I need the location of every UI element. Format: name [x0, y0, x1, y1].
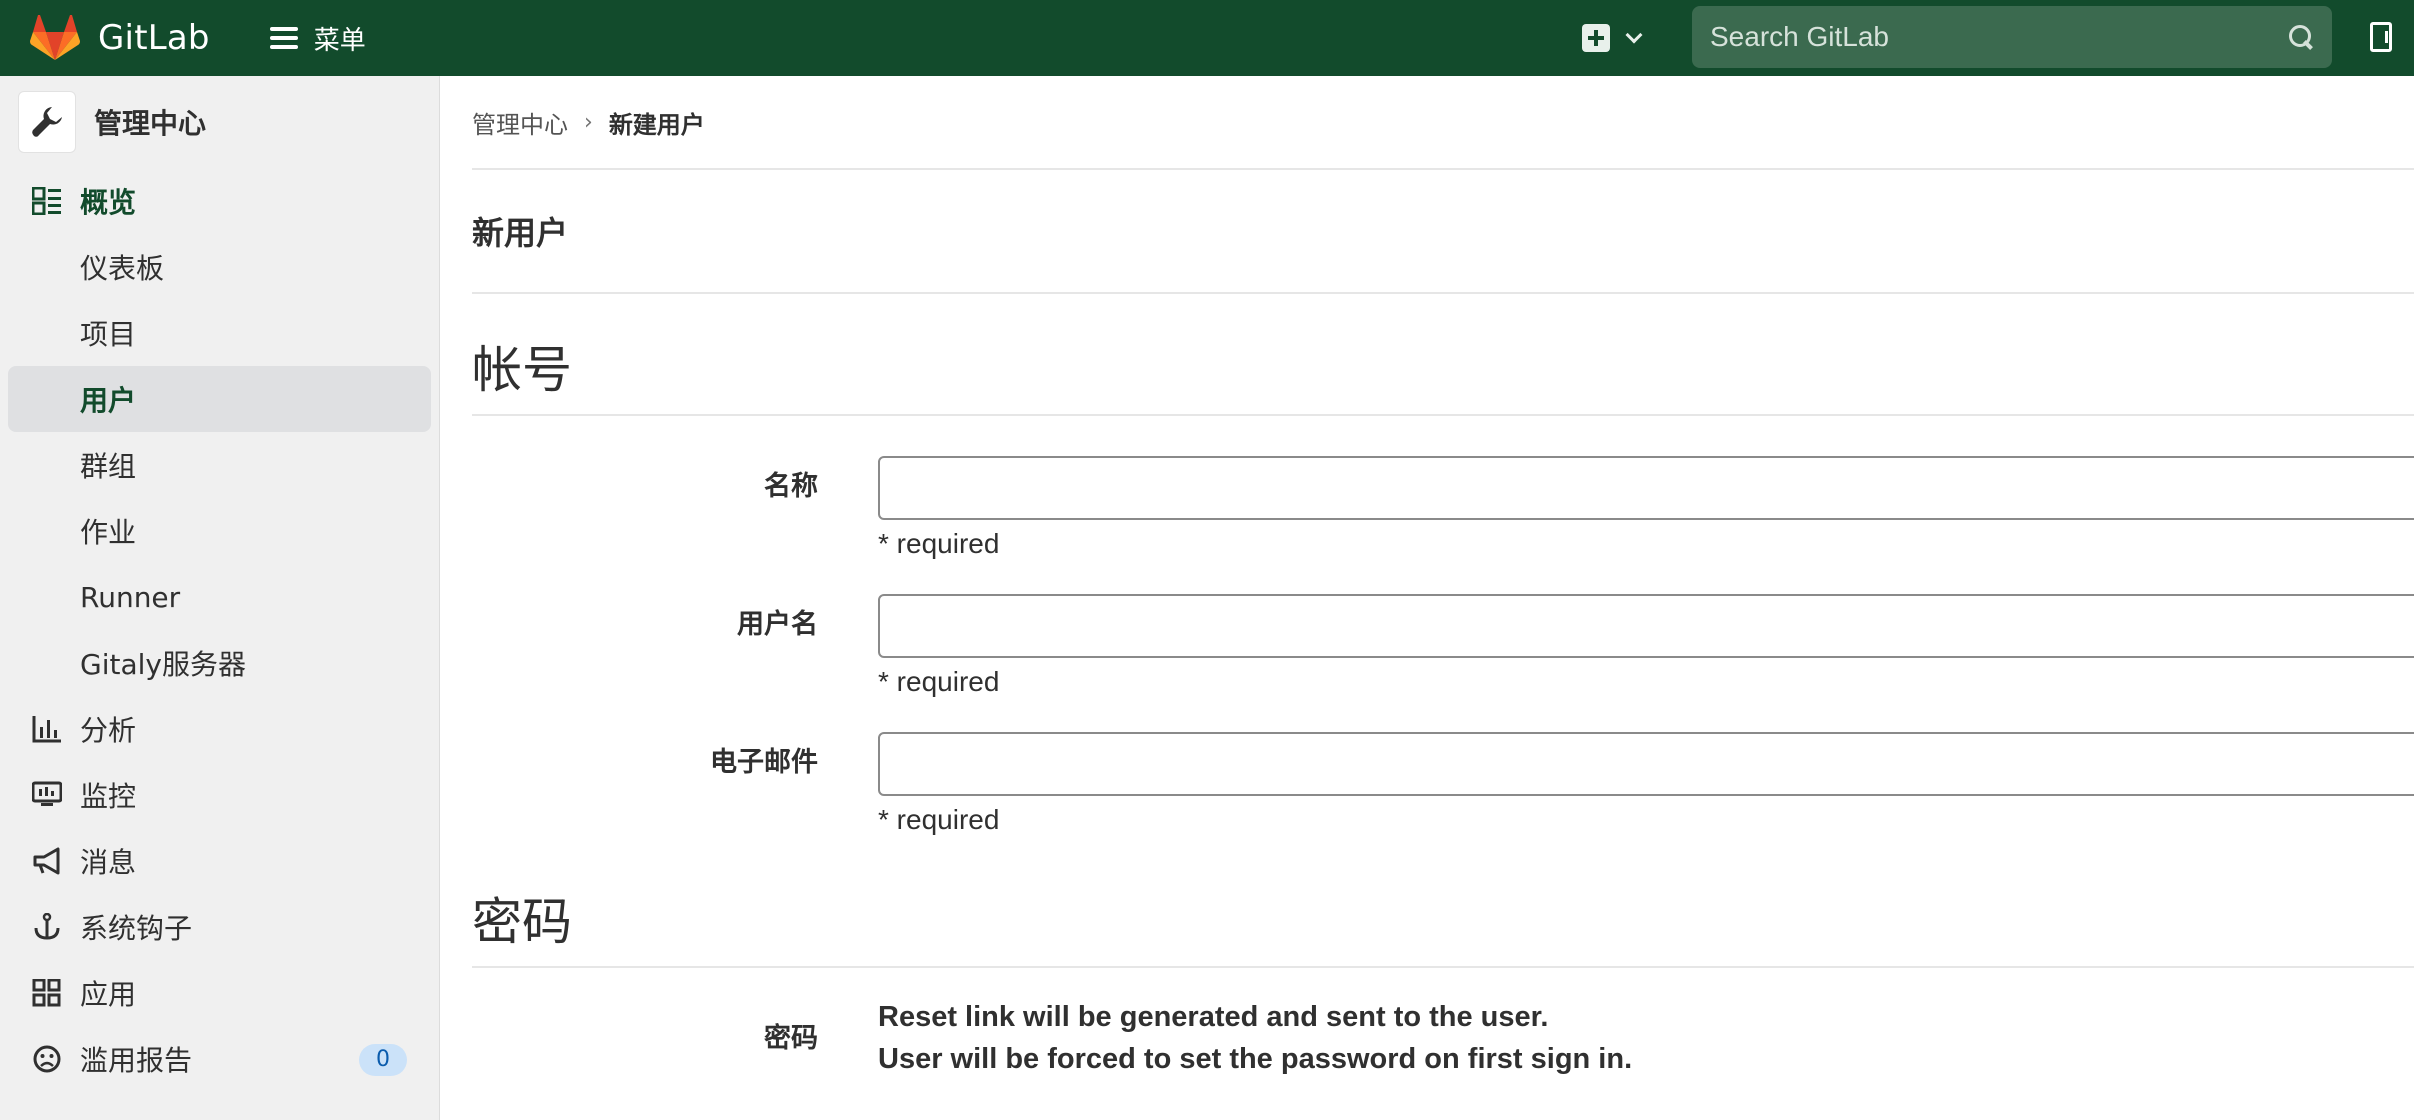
email-help: * required: [878, 804, 1000, 835]
sidebar-item-label: 滥用报告: [80, 1044, 193, 1077]
breadcrumb: 管理中心 › 新建用户: [472, 76, 2414, 170]
gitlab-logo-icon: [30, 15, 80, 60]
brand-name: GitLab: [98, 18, 210, 58]
sidebar-item-label: Runner: [80, 580, 181, 614]
sidebar-item-label: 应用: [80, 978, 137, 1011]
page-title: 新用户: [472, 170, 2414, 294]
sidebar-item-monitoring[interactable]: 监控: [0, 762, 439, 828]
sidebar: 管理中心 概览 仪表板 项目 用户 群组 作业 Runner Gitaly服务器: [0, 76, 440, 1120]
hamburger-icon: [269, 27, 298, 49]
password-label: 密码: [764, 1023, 818, 1054]
password-note-line-1: Reset link will be generated and sent to…: [878, 1001, 1549, 1033]
sidebar-item-gitaly[interactable]: Gitaly服务器: [0, 630, 439, 696]
breadcrumb-parent-link[interactable]: 管理中心: [472, 105, 568, 140]
sidebar-item-messages[interactable]: 消息: [0, 828, 439, 894]
search-box[interactable]: [1692, 6, 2332, 68]
email-label: 电子邮件: [710, 747, 818, 778]
sidebar-item-users[interactable]: 用户: [8, 366, 431, 432]
sidebar-item-label: 概览: [80, 186, 137, 219]
sidebar-header[interactable]: 管理中心: [0, 76, 439, 168]
create-new-button[interactable]: [1582, 20, 1643, 56]
name-label: 名称: [764, 471, 818, 502]
sidebar-item-label: 用户: [80, 384, 137, 417]
sidebar-item-groups[interactable]: 群组: [0, 432, 439, 498]
sidebar-item-projects[interactable]: 项目: [0, 300, 439, 366]
chevron-down-icon: [1625, 26, 1643, 44]
sidebar-item-label: 消息: [80, 846, 137, 879]
sidebar-item-system-hooks[interactable]: 系统钩子: [0, 894, 439, 960]
form-row-email: 电子邮件 * required: [472, 692, 2414, 835]
section-title-password: 密码: [472, 830, 2414, 968]
email-input[interactable]: [878, 732, 2414, 796]
count-badge: 0: [359, 1044, 407, 1076]
chart-icon: [32, 716, 61, 743]
sidebar-item-dashboard[interactable]: 仪表板: [0, 234, 439, 300]
main-content: 管理中心 › 新建用户 新用户 帐号 名称 * required 用户名 * r…: [472, 76, 2414, 1120]
sidebar-item-overview[interactable]: 概览: [0, 168, 439, 234]
apps-icon: [32, 979, 61, 1007]
sidebar-item-applications[interactable]: 应用: [0, 960, 439, 1026]
menu-button[interactable]: 菜单: [262, 11, 374, 65]
sidebar-item-label: 系统钩子: [80, 912, 193, 945]
form-row-username: 用户名 * required: [472, 554, 2414, 697]
hook-icon: [34, 913, 60, 940]
sidebar-item-label: 仪表板: [80, 252, 165, 285]
search-input[interactable]: [1710, 21, 2288, 53]
sidebar-title: 管理中心: [94, 107, 207, 140]
name-input[interactable]: [878, 456, 2414, 520]
sidebar-item-label: 监控: [80, 780, 137, 813]
form-row-password: 密码 Reset link will be generated and sent…: [472, 968, 2414, 1088]
password-note-line-2: User will be forced to set the password …: [878, 1043, 1633, 1075]
gitlab-home-link[interactable]: GitLab: [30, 0, 210, 76]
sidebar-item-runner[interactable]: Runner: [0, 564, 439, 630]
todo-icon[interactable]: [2370, 22, 2392, 52]
plus-square-icon: [1582, 24, 1610, 52]
breadcrumb-current[interactable]: 新建用户: [609, 105, 705, 140]
sidebar-item-abuse-reports[interactable]: 滥用报告 0: [0, 1026, 439, 1092]
sidebar-item-label: Gitaly服务器: [80, 648, 246, 681]
megaphone-icon: [33, 847, 60, 875]
section-title-account: 帐号: [472, 294, 2414, 416]
password-note: Reset link will be generated and sent to…: [878, 996, 1632, 1080]
sad-face-icon: [33, 1045, 61, 1073]
sidebar-item-label: 作业: [80, 516, 137, 549]
wrench-icon: [18, 91, 76, 153]
monitor-icon: [32, 781, 62, 806]
username-label: 用户名: [737, 609, 818, 640]
username-input[interactable]: [878, 594, 2414, 658]
overview-icon: [32, 187, 61, 215]
sidebar-item-jobs[interactable]: 作业: [0, 498, 439, 564]
top-navbar: GitLab 菜单: [0, 0, 2414, 76]
menu-label: 菜单: [313, 25, 366, 56]
sidebar-item-analytics[interactable]: 分析: [0, 696, 439, 762]
form-row-name: 名称 * required: [472, 416, 2414, 559]
chevron-right-icon: ›: [584, 109, 593, 135]
sidebar-item-label: 群组: [80, 450, 137, 483]
sidebar-item-label: 分析: [80, 714, 137, 747]
sidebar-item-label: 项目: [80, 318, 137, 351]
search-icon: [2288, 24, 2314, 50]
